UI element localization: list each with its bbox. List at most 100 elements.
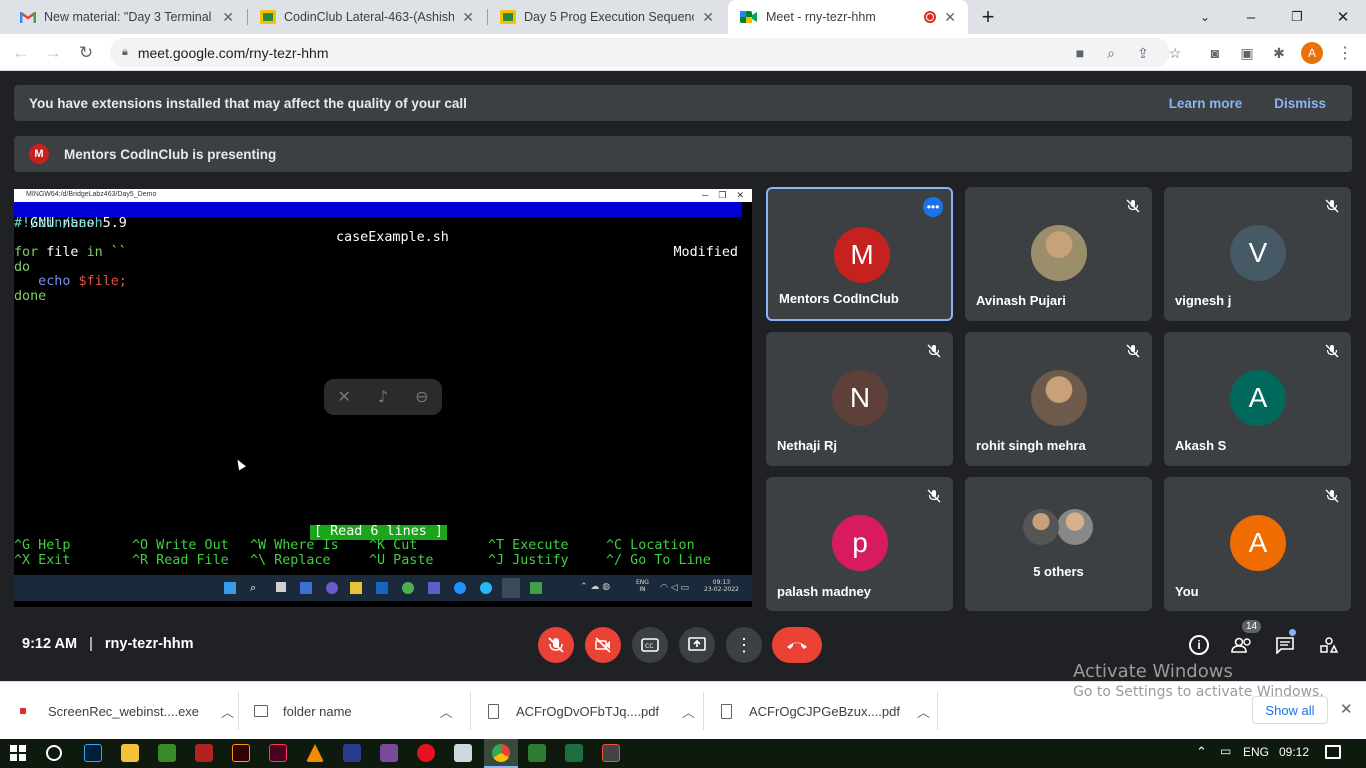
- chrome-taskbar-button[interactable]: [484, 739, 518, 768]
- participant-avatar: M: [834, 227, 890, 283]
- zoom-icon[interactable]: ⌕: [1101, 43, 1121, 63]
- tab-codinclub[interactable]: CodinClub Lateral-463-(Ashish)-F ✕: [248, 0, 486, 34]
- chat-button[interactable]: [1271, 629, 1299, 659]
- back-icon[interactable]: ←: [10, 42, 32, 64]
- share-icon[interactable]: ⇪: [1133, 43, 1153, 63]
- meeting-details-button[interactable]: i: [1185, 631, 1213, 659]
- menu-icon[interactable]: ⋮: [1335, 43, 1355, 63]
- code-shebang: #!/bin/bash: [14, 216, 103, 231]
- camera-off-button[interactable]: [585, 627, 621, 663]
- forward-icon[interactable]: →: [42, 42, 64, 64]
- address-bar[interactable]: 🔒︎ meet.google.com/rny-tezr-hhm: [110, 38, 1170, 67]
- participant-tile[interactable]: M ••• Mentors CodInClub: [766, 187, 953, 321]
- pin-off-icon[interactable]: ✕: [337, 388, 350, 405]
- taskbar-lang[interactable]: ENG: [1243, 745, 1269, 759]
- download-item[interactable]: ACFrOgDvOFbTJq....pdf ︿: [488, 682, 695, 740]
- participant-tile[interactable]: 5 others: [965, 477, 1152, 611]
- nano-shortcut: ^T Execute: [488, 538, 569, 553]
- network-icon[interactable]: ▭: [1220, 744, 1231, 758]
- reload-icon[interactable]: ↻: [75, 42, 97, 64]
- participant-tile[interactable]: Vvignesh j: [1164, 187, 1351, 321]
- tab-meet[interactable]: Meet - rny-tezr-hhm ✕: [728, 0, 968, 34]
- filezilla-icon[interactable]: [195, 744, 213, 762]
- close-downloads-icon[interactable]: ✕: [1340, 700, 1353, 718]
- taskbar-clock[interactable]: 09:12: [1279, 745, 1309, 759]
- participant-tile[interactable]: A You: [1164, 477, 1351, 611]
- people-button[interactable]: 14: [1228, 620, 1262, 659]
- illustrator-icon[interactable]: [232, 744, 250, 762]
- participant-tile[interactable]: N Nethaji Rj: [766, 332, 953, 466]
- leave-call-button[interactable]: [772, 627, 822, 663]
- mic-off-button[interactable]: [538, 627, 574, 663]
- screenshot-extension-icon[interactable]: ◙: [1205, 43, 1225, 63]
- app-icon[interactable]: [158, 744, 176, 762]
- nano-modified: Modified: [673, 244, 739, 260]
- app-icon[interactable]: [454, 744, 472, 762]
- tab-gmail[interactable]: New material: "Day 3 Terminal Cr ✕: [8, 0, 246, 34]
- camera-off-icon: [595, 637, 611, 653]
- app-icon[interactable]: [343, 744, 361, 762]
- tab-search-button[interactable]: ⌄: [1182, 0, 1228, 34]
- indesign-icon[interactable]: [269, 744, 287, 762]
- app-icon[interactable]: [528, 744, 546, 762]
- show-all-button[interactable]: Show all: [1252, 696, 1328, 724]
- meeting-time: 9:12 AM: [22, 636, 78, 652]
- download-item[interactable]: ScreenRec_webinst....exe ︿: [20, 682, 234, 740]
- profile-avatar[interactable]: A: [1301, 42, 1323, 64]
- participant-tile[interactable]: rohit singh mehra: [965, 332, 1152, 466]
- remove-icon[interactable]: ⊖: [415, 388, 428, 405]
- activities-button[interactable]: [1315, 631, 1343, 659]
- restore-button[interactable]: ❐: [1274, 0, 1320, 34]
- participant-tile[interactable]: Avinash Pujari: [965, 187, 1152, 321]
- meeting-separator: |: [89, 636, 93, 652]
- participant-tile[interactable]: A Akash S: [1164, 332, 1351, 466]
- more-options-button[interactable]: ⋮: [726, 627, 762, 663]
- new-tab-button[interactable]: +: [965, 0, 1011, 34]
- minimize-button[interactable]: –: [1228, 0, 1274, 34]
- download-item[interactable]: ACFrOgCJPGeBzux....pdf ︿: [721, 682, 930, 740]
- close-icon[interactable]: ✕: [944, 9, 956, 26]
- avatar: M: [29, 144, 49, 164]
- volume-off-icon[interactable]: ♪: [378, 388, 388, 405]
- chrome-icon: [492, 744, 510, 762]
- chevron-up-icon[interactable]: ︿: [917, 702, 930, 721]
- app-icon[interactable]: [380, 744, 398, 762]
- cortana-icon[interactable]: [46, 745, 62, 761]
- start-button[interactable]: [10, 745, 26, 761]
- git-bash-icon[interactable]: [602, 744, 620, 762]
- opera-icon[interactable]: [417, 744, 435, 762]
- close-icon[interactable]: ✕: [462, 9, 474, 26]
- mic-off-icon: [927, 344, 941, 358]
- more-options-icon[interactable]: •••: [923, 197, 943, 217]
- excel-icon[interactable]: [565, 744, 583, 762]
- present-button[interactable]: [679, 627, 715, 663]
- mouse-cursor-icon: [234, 457, 246, 471]
- participant-tile[interactable]: p palash madney: [766, 477, 953, 611]
- learn-more-link[interactable]: Learn more: [1169, 96, 1243, 111]
- close-icon[interactable]: ✕: [222, 9, 234, 26]
- vlc-icon[interactable]: [306, 744, 324, 762]
- download-item[interactable]: folder name ︿: [254, 682, 453, 740]
- camera-blocked-icon[interactable]: ■: [1070, 43, 1090, 63]
- tray-icons: ◠ ◁ ▭: [660, 583, 689, 593]
- folder-icon: [350, 582, 362, 594]
- notifications-icon[interactable]: [1325, 745, 1341, 759]
- mic-off-icon: [1325, 344, 1339, 358]
- dismiss-button[interactable]: Dismiss: [1274, 96, 1326, 111]
- people-icon: [1231, 637, 1251, 653]
- close-icon[interactable]: ✕: [702, 9, 714, 26]
- bookmark-star-icon[interactable]: ☆: [1165, 43, 1185, 63]
- file-explorer-icon[interactable]: [121, 744, 139, 762]
- code-line-done: done: [14, 289, 47, 304]
- tab-day5[interactable]: Day 5 Prog Execution Sequences ✕: [488, 0, 726, 34]
- extension-icon[interactable]: ▣: [1237, 43, 1257, 63]
- chevron-up-icon[interactable]: ︿: [221, 702, 234, 721]
- tray-chevron-icon[interactable]: ⌃: [1196, 744, 1207, 760]
- banner-text: You have extensions installed that may a…: [29, 95, 467, 111]
- close-window-button[interactable]: ✕: [1320, 0, 1366, 34]
- captions-button[interactable]: CC: [632, 627, 668, 663]
- puzzle-icon[interactable]: ✱: [1269, 43, 1289, 63]
- chevron-up-icon[interactable]: ︿: [440, 702, 453, 721]
- chevron-up-icon[interactable]: ︿: [682, 702, 695, 721]
- photoshop-icon[interactable]: [84, 744, 102, 762]
